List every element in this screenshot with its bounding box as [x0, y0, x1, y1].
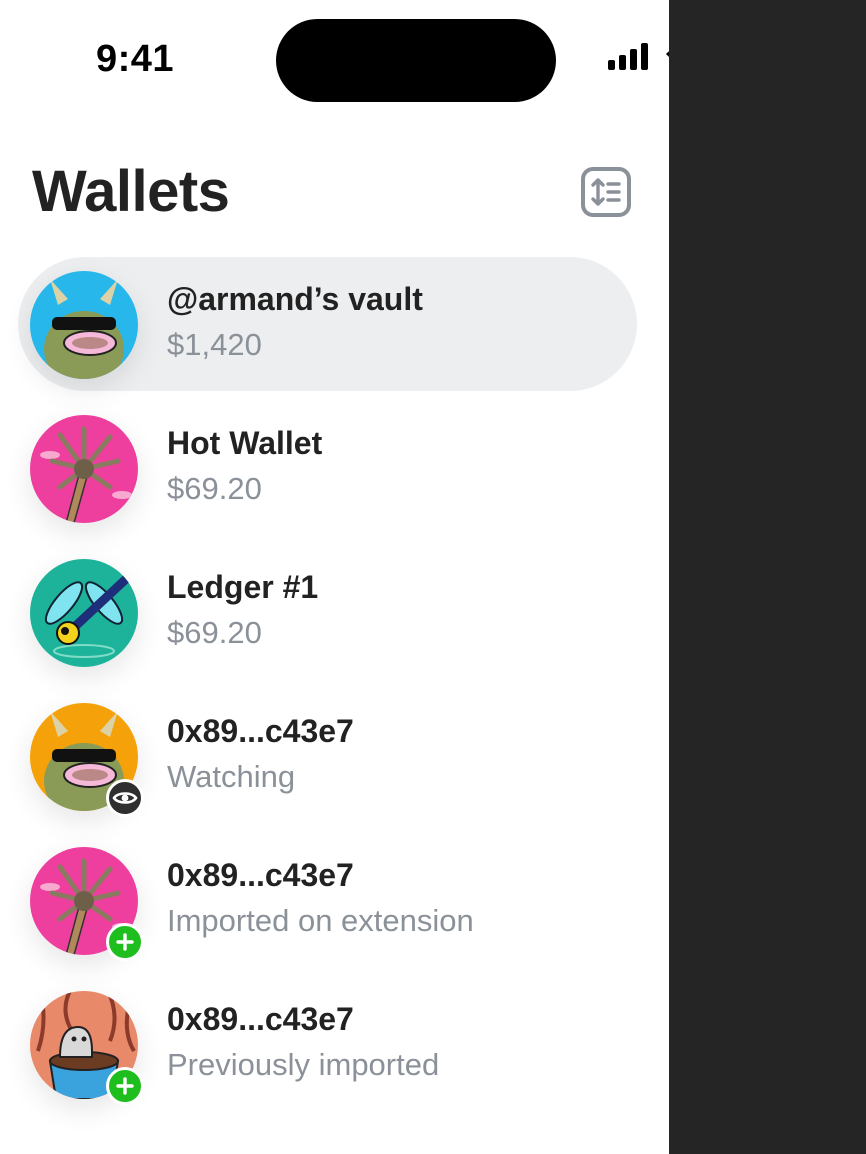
- wallet-status: Imported on extension: [167, 903, 474, 938]
- wallet-row[interactable]: 0x89...c43e7 Watching: [18, 689, 637, 823]
- dragonfly-avatar: [30, 559, 138, 667]
- wallet-name: 0x89...c43e7: [167, 857, 354, 893]
- watching-badge: [106, 779, 144, 817]
- wallet-name: 0x89...c43e7: [167, 1001, 354, 1037]
- plus-icon: [116, 1077, 134, 1095]
- eye-icon: [112, 792, 138, 804]
- horned-monster-avatar: [30, 271, 138, 379]
- wallet-name: Hot Wallet: [167, 425, 323, 461]
- palm-tree-avatar: [30, 415, 138, 523]
- wallet-balance: $69.20: [167, 615, 262, 650]
- wallet-status: Watching: [167, 759, 296, 794]
- wallet-name: @armand’s vault: [167, 281, 423, 317]
- wallet-status: Previously imported: [167, 1047, 440, 1082]
- wallet-row[interactable]: Ledger #1 $69.20: [18, 545, 637, 679]
- imported-badge: [106, 1067, 144, 1105]
- plus-icon: [116, 933, 134, 951]
- wallet-row[interactable]: 0x89...c43e7 Previously imported: [18, 977, 637, 1111]
- wallet-row[interactable]: Hot Wallet $69.20: [18, 401, 637, 535]
- wallet-row[interactable]: @armand’s vault $1,420: [18, 257, 637, 391]
- wallet-name: 0x89...c43e7: [167, 713, 354, 749]
- wallet-row[interactable]: 0x89...c43e7 Imported on extension: [18, 833, 637, 967]
- imported-badge: [106, 923, 144, 961]
- wallet-balance: $1,420: [167, 327, 262, 362]
- wallet-avatar: [30, 559, 138, 667]
- sort-wallets-button[interactable]: [581, 167, 631, 217]
- wallet-avatar: [30, 271, 138, 379]
- wallet-avatar: [30, 415, 138, 523]
- page-title: Wallets: [32, 159, 230, 224]
- status-time: 9:41: [96, 38, 175, 80]
- reorder-list-icon: [591, 178, 621, 206]
- cellular-signal-icon: [608, 43, 648, 70]
- dimmed-background[interactable]: [669, 0, 866, 1154]
- wallet-balance: $69.20: [167, 471, 262, 506]
- wallet-name: Ledger #1: [167, 569, 319, 605]
- wallet-switcher-panel: 9:41 Wallets @armand’s vault $1,420 Hot …: [0, 0, 782, 1154]
- dynamic-island: [276, 19, 556, 102]
